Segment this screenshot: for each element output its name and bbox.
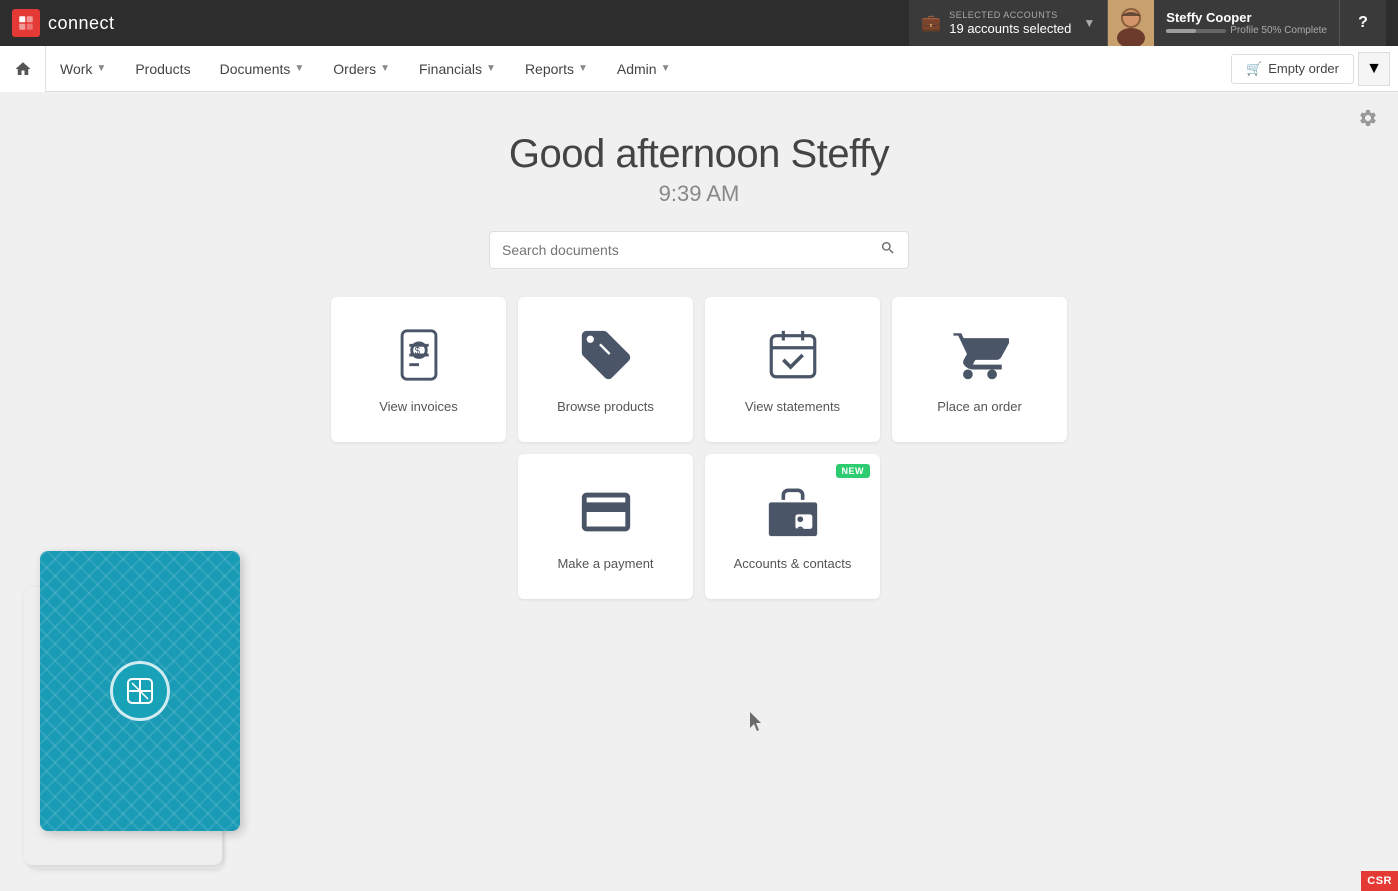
profile-progress-bar (1166, 29, 1226, 33)
logo-icon (12, 9, 40, 37)
user-name: Steffy Cooper (1166, 10, 1327, 25)
svg-text:$: $ (414, 345, 420, 356)
nav-item-work[interactable]: Work ▼ (46, 46, 121, 92)
profile-complete-row: Profile 50% Complete (1166, 25, 1327, 36)
accounts-text: SELECTED ACCOUNTS 19 accounts selected (949, 10, 1071, 36)
nav-item-admin[interactable]: Admin ▼ (603, 46, 686, 92)
orders-caret: ▼ (380, 63, 390, 74)
nav-bar: Work ▼ Products Documents ▼ Orders ▼ Fin… (0, 46, 1398, 92)
search-box (489, 231, 909, 269)
nav-label-work: Work (60, 61, 92, 77)
admin-caret: ▼ (661, 63, 671, 74)
briefcase-icon: 💼 (921, 13, 941, 33)
main-content: Good afternoon Steffy 9:39 AM (0, 92, 1398, 891)
avatar (1108, 0, 1154, 46)
greeting-section: Good afternoon Steffy 9:39 AM (0, 92, 1398, 231)
card-make-payment[interactable]: Make a payment (518, 454, 693, 599)
logo-text: connect (48, 13, 115, 34)
nav-label-admin: Admin (617, 61, 657, 77)
nav-item-documents[interactable]: Documents ▼ (206, 46, 320, 92)
card-view-invoices[interactable]: $ View invoices (331, 297, 506, 442)
nav-label-products: Products (135, 61, 190, 77)
tag-icon (577, 326, 635, 389)
nav-label-documents: Documents (220, 61, 291, 77)
nav-label-financials: Financials (419, 61, 482, 77)
card-browse-products[interactable]: Browse products (518, 297, 693, 442)
card-label-make-payment: Make a payment (557, 556, 653, 571)
csr-badge[interactable]: CSR (1361, 871, 1398, 891)
search-button[interactable] (876, 236, 900, 265)
card-label-browse-products: Browse products (557, 399, 654, 414)
cards-row-2: Make a payment NEW Accounts & contacts (518, 454, 880, 599)
nav-item-financials[interactable]: Financials ▼ (405, 46, 511, 92)
card-label-accounts-contacts: Accounts & contacts (734, 556, 852, 571)
accounts-section[interactable]: 💼 SELECTED ACCOUNTS 19 accounts selected… (909, 0, 1108, 46)
empty-order-label: Empty order (1268, 61, 1339, 76)
card-accounts-contacts[interactable]: NEW Accounts & contacts (705, 454, 880, 599)
logo-area: connect (12, 9, 115, 37)
order-dropdown-arrow[interactable]: ▼ (1358, 52, 1390, 86)
order-dropdown-caret: ▼ (1366, 60, 1382, 78)
card-label-place-order: Place an order (937, 399, 1022, 414)
nav-label-orders: Orders (333, 61, 376, 77)
settings-gear-button[interactable] (1358, 108, 1378, 133)
profile-text: Profile 50% Complete (1230, 25, 1327, 36)
nav-item-products[interactable]: Products (121, 46, 205, 92)
nav-label-reports: Reports (525, 61, 574, 77)
profile-progress-fill (1166, 29, 1196, 33)
mouse-cursor (750, 712, 762, 730)
user-info: Steffy Cooper Profile 50% Complete (1154, 0, 1340, 46)
card-view-statements[interactable]: View statements (705, 297, 880, 442)
card-label-view-statements: View statements (745, 399, 840, 414)
financials-caret: ▼ (486, 63, 496, 74)
help-button[interactable]: ? (1340, 0, 1386, 46)
top-bar: connect 💼 SELECTED ACCOUNTS 19 accounts … (0, 0, 1398, 46)
invoice-icon: $ (390, 326, 448, 389)
cards-row-1: $ View invoices Browse products (331, 297, 1067, 442)
empty-order-button[interactable]: 🛒 Empty order (1231, 54, 1354, 84)
decorative-card-icon (110, 661, 170, 721)
reports-caret: ▼ (578, 63, 588, 74)
cart-icon: 🛒 (1246, 61, 1262, 77)
greeting-title: Good afternoon Steffy (0, 132, 1398, 177)
credit-card-icon (577, 483, 635, 546)
search-container (0, 231, 1398, 269)
documents-caret: ▼ (294, 63, 304, 74)
nav-item-reports[interactable]: Reports ▼ (511, 46, 603, 92)
calendar-check-icon (764, 326, 822, 389)
greeting-time: 9:39 AM (0, 181, 1398, 207)
accounts-dropdown-arrow[interactable]: ▼ (1083, 16, 1095, 30)
accounts-label: SELECTED ACCOUNTS (949, 10, 1071, 21)
accounts-value: 19 accounts selected (949, 21, 1071, 37)
card-label-view-invoices: View invoices (379, 399, 458, 414)
nav-item-orders[interactable]: Orders ▼ (319, 46, 405, 92)
top-bar-right: 💼 SELECTED ACCOUNTS 19 accounts selected… (909, 0, 1386, 46)
decorative-card-area (20, 571, 230, 861)
work-caret: ▼ (96, 63, 106, 74)
nav-home-button[interactable] (0, 46, 46, 92)
new-badge: NEW (836, 464, 871, 478)
briefcase-id-icon (764, 483, 822, 546)
shopping-cart-icon (951, 326, 1009, 389)
decorative-main-card (40, 551, 240, 831)
card-place-order[interactable]: Place an order (892, 297, 1067, 442)
search-input[interactable] (502, 242, 876, 258)
